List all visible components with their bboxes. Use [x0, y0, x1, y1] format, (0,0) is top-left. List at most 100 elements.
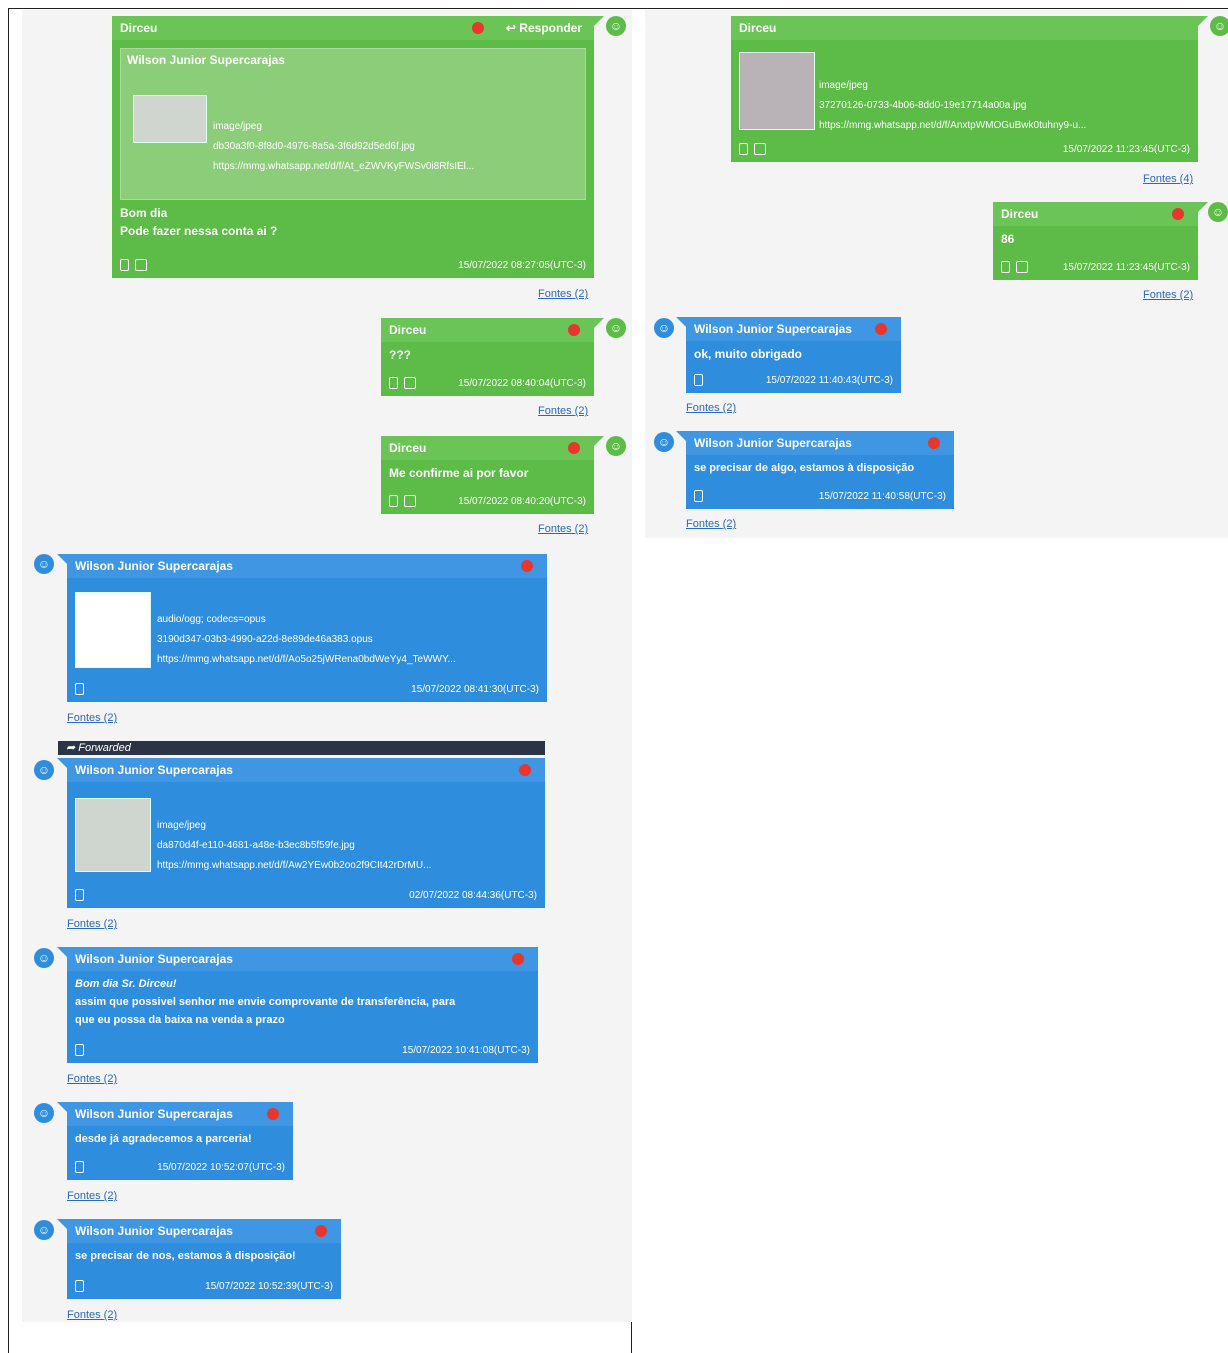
message-incoming[interactable]: Wilson Junior Supercarajas image/jpeg da…	[57, 758, 545, 908]
bubble-tail	[676, 431, 686, 441]
message-line: Bom dia Sr. Dirceu!	[75, 978, 177, 990]
message-header: Wilson Junior Supercarajas	[67, 1219, 341, 1243]
sources-link[interactable]: Fontes (2)	[67, 1073, 117, 1085]
avatar-icon: ☺	[34, 760, 54, 780]
timestamp: 15/07/2022 10:52:39(UTC-3)	[205, 1281, 333, 1292]
message-line: Pode fazer nessa conta ai ?	[120, 224, 278, 238]
sender-name: Wilson Junior Supercarajas	[75, 559, 233, 573]
message-outgoing[interactable]: Dirceu image/jpeg 37270126-0733-4b06-8dd…	[731, 16, 1208, 162]
message-text: Me confirme ai por favor	[389, 466, 529, 480]
message-incoming[interactable]: Wilson Junior Supercarajas Bom dia Sr. D…	[57, 947, 538, 1063]
document-icon	[754, 143, 766, 156]
message-footer: 02/07/2022 08:44:36(UTC-3)	[75, 887, 537, 905]
reply-button[interactable]: ↩ Responder	[506, 16, 582, 40]
bubble-tail	[594, 16, 604, 26]
attachment-url[interactable]: https://mmg.whatsapp.net/d/f/Aw2YEw0b2oo…	[157, 856, 431, 876]
phone-icon	[75, 1161, 84, 1174]
image-thumbnail[interactable]	[75, 798, 151, 872]
attachment-name: 37270126-0733-4b06-8dd0-19e17714a00a.jpg	[819, 100, 1027, 111]
document-icon	[404, 495, 416, 508]
phone-icon	[739, 143, 748, 156]
message-line: Bom dia	[120, 206, 168, 220]
sources-link[interactable]: Fontes (2)	[538, 288, 588, 300]
message-footer: 15/07/2022 11:40:58(UTC-3)	[694, 488, 946, 506]
attachment-url[interactable]: https://mmg.whatsapp.net/d/f/At_eZWVKyFW…	[213, 157, 474, 177]
sources-link[interactable]: Fontes (2)	[538, 523, 588, 535]
sources-link[interactable]: Fontes (2)	[686, 402, 736, 414]
attachment-url[interactable]: https://mmg.whatsapp.net/d/f/AnxtpWMOGuB…	[819, 116, 1086, 136]
status-dot	[875, 323, 887, 335]
attachment-type: image/jpeg	[213, 121, 262, 132]
message-text: 86	[1001, 232, 1015, 246]
message-text: Bom dia Sr. Dirceu! assim que possivel s…	[67, 971, 538, 1033]
timestamp: 15/07/2022 11:23:45(UTC-3)	[1062, 144, 1190, 155]
status-dot	[1172, 208, 1184, 220]
sources-link[interactable]: Fontes (2)	[1143, 289, 1193, 301]
message-outgoing[interactable]: Dirceu Me confirme ai por favor 15/07/20…	[381, 436, 604, 514]
message-outgoing[interactable]: Dirceu 86 15/07/2022 11:23:45(UTC-3)	[993, 202, 1208, 280]
sources-link[interactable]: Fontes (2)	[67, 1190, 117, 1202]
bubble-tail	[57, 1102, 67, 1112]
sources-link[interactable]: Fontes (2)	[67, 1309, 117, 1321]
sources-link[interactable]: Fontes (2)	[538, 405, 588, 417]
message-text: se precisar de nos, estamos à disposição…	[75, 1250, 296, 1262]
message-header: Wilson Junior Supercarajas	[686, 431, 954, 455]
status-dot	[568, 442, 580, 454]
document-icon	[404, 377, 416, 390]
bubble-tail	[57, 1219, 67, 1229]
message-incoming[interactable]: Wilson Junior Supercarajas ok, muito obr…	[676, 317, 901, 393]
phone-icon	[389, 495, 398, 508]
document-icon	[1016, 261, 1028, 274]
message-header: Dirceu	[731, 16, 1198, 40]
attachment-url[interactable]: https://mmg.whatsapp.net/d/f/Ao5o25jWRen…	[157, 650, 456, 670]
message-footer: 15/07/2022 11:40:43(UTC-3)	[694, 372, 893, 390]
attachment-name: db30a3f0-8f8d0-4976-8a5a-3f6d92d5ed6f.jp…	[213, 141, 415, 152]
forwarded-label: Forwarded	[78, 742, 131, 754]
sender-name: Dirceu	[389, 441, 427, 455]
attachment-type: image/jpeg	[819, 80, 868, 91]
status-dot	[519, 764, 531, 776]
timestamp: 02/07/2022 08:44:36(UTC-3)	[409, 890, 537, 901]
sources-link[interactable]: Fontes (2)	[686, 518, 736, 530]
forwarded-banner: ➦ Forwarded	[58, 741, 545, 755]
image-thumbnail[interactable]	[739, 52, 815, 130]
timestamp: 15/07/2022 10:41:08(UTC-3)	[402, 1045, 530, 1056]
timestamp: 15/07/2022 08:41:30(UTC-3)	[411, 684, 539, 695]
forward-arrow-icon: ➦	[66, 742, 79, 754]
message-outgoing[interactable]: Dirceu ??? 15/07/2022 08:40:04(UTC-3)	[381, 318, 604, 396]
sources-link[interactable]: Fontes (2)	[67, 918, 117, 930]
message-incoming[interactable]: Wilson Junior Supercarajas se precisar d…	[676, 431, 954, 509]
status-dot	[267, 1108, 279, 1120]
message-footer: 15/07/2022 08:40:20(UTC-3)	[389, 493, 586, 511]
frame-left-line	[8, 8, 9, 1353]
message-incoming[interactable]: Wilson Junior Supercarajas audio/ogg; co…	[57, 554, 547, 702]
message-incoming[interactable]: Wilson Junior Supercarajas desde já agra…	[57, 1102, 293, 1180]
audio-file-icon[interactable]	[75, 592, 151, 668]
phone-icon	[1001, 261, 1010, 274]
quoted-sender: Wilson Junior Supercarajas	[127, 53, 285, 67]
timestamp: 15/07/2022 11:40:43(UTC-3)	[765, 375, 893, 386]
sender-name: Dirceu	[1001, 207, 1039, 221]
attachment-name: 3190d347-03b3-4990-a22d-8e89de46a383.opu…	[157, 634, 373, 645]
timestamp: 15/07/2022 10:52:07(UTC-3)	[157, 1162, 285, 1173]
timestamp: 15/07/2022 11:40:58(UTC-3)	[818, 491, 946, 502]
sender-name: Wilson Junior Supercarajas	[75, 1224, 233, 1238]
message-header: Dirceu	[993, 202, 1198, 226]
sources-link[interactable]: Fontes (4)	[1143, 173, 1193, 185]
attachment-info: image/jpeg 37270126-0733-4b06-8dd0-19e17…	[819, 76, 1086, 136]
avatar-icon: ☺	[606, 436, 626, 456]
image-thumbnail[interactable]	[133, 95, 207, 143]
avatar-icon: ☺	[1208, 202, 1228, 222]
message-header: Wilson Junior Supercarajas	[686, 317, 901, 341]
bubble-tail	[57, 947, 67, 957]
timestamp: 15/07/2022 11:23:45(UTC-3)	[1062, 262, 1190, 273]
sender-name: Dirceu	[739, 21, 777, 35]
message-outgoing[interactable]: Dirceu ↩ Responder Wilson Junior Superca…	[112, 16, 604, 278]
sources-link[interactable]: Fontes (2)	[67, 712, 117, 724]
bubble-tail	[1198, 16, 1208, 26]
avatar-icon: ☺	[606, 318, 626, 338]
quoted-message[interactable]: Wilson Junior Supercarajas image/jpeg db…	[120, 48, 586, 200]
sender-name: Wilson Junior Supercarajas	[694, 436, 852, 450]
message-footer: 15/07/2022 08:40:04(UTC-3)	[389, 375, 586, 393]
message-incoming[interactable]: Wilson Junior Supercarajas se precisar d…	[57, 1219, 341, 1299]
